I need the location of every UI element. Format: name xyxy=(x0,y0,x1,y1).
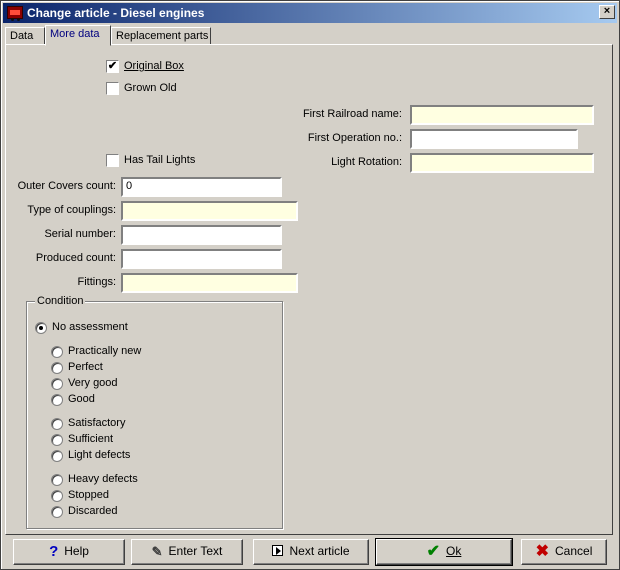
serial-number-field[interactable] xyxy=(121,225,282,245)
first-operation-no-label: First Operation no.: xyxy=(307,132,402,144)
cancel-button-label: Cancel xyxy=(555,544,593,558)
radio-icon xyxy=(51,474,63,486)
radio-label: No assessment xyxy=(52,321,128,333)
locomotive-icon xyxy=(7,6,23,21)
tab-more-data[interactable]: More data xyxy=(45,25,111,46)
first-railroad-name-label: First Railroad name: xyxy=(302,108,402,120)
light-rotation-field[interactable] xyxy=(410,153,594,173)
radio-selected-icon xyxy=(35,322,47,334)
condition-group: Condition No assessment Practically new … xyxy=(26,295,283,529)
produced-count-label: Produced count: xyxy=(35,252,116,264)
radio-label: Satisfactory xyxy=(68,417,126,429)
cancel-button[interactable]: ✖ Cancel xyxy=(521,539,607,565)
enter-text-button-label: Enter Text xyxy=(168,544,223,558)
outer-covers-count-label: Outer Covers count: xyxy=(17,180,116,192)
produced-count-field[interactable] xyxy=(121,249,282,269)
outer-covers-count-field[interactable]: 0 xyxy=(121,177,282,197)
type-of-couplings-label: Type of couplings: xyxy=(27,204,116,216)
radio-icon xyxy=(51,450,63,462)
radio-label: Sufficient xyxy=(68,433,114,445)
radio-icon xyxy=(51,362,63,374)
serial-number-label: Serial number: xyxy=(44,228,116,240)
radio-label: Practically new xyxy=(68,345,142,357)
radio-icon xyxy=(51,506,63,518)
radio-icon xyxy=(51,418,63,430)
window-title: Change article - Diesel engines xyxy=(27,6,205,20)
tab-replacement-parts[interactable]: Replacement parts xyxy=(111,27,211,45)
radio-label: Discarded xyxy=(68,505,118,517)
pen-icon: ✎ xyxy=(151,544,163,560)
radio-label: Very good xyxy=(68,377,118,389)
type-of-couplings-field[interactable] xyxy=(121,201,298,221)
radio-label: Perfect xyxy=(68,361,103,373)
radio-icon xyxy=(51,490,63,502)
help-button[interactable]: ? Help xyxy=(13,539,125,565)
light-rotation-label: Light Rotation: xyxy=(331,156,402,168)
enter-text-button[interactable]: ✎ Enter Text xyxy=(131,539,243,565)
radio-label: Stopped xyxy=(68,489,109,501)
checkbox-box xyxy=(106,82,119,95)
fittings-label: Fittings: xyxy=(77,276,116,288)
next-article-button-label: Next article xyxy=(289,544,350,558)
dialog-window: Change article - Diesel engines × Data M… xyxy=(0,0,620,570)
ok-button[interactable]: ✔ Ok xyxy=(375,538,513,566)
ok-button-label: Ok xyxy=(446,544,462,558)
tab-data[interactable]: Data xyxy=(5,27,45,45)
original-box-label: Original Box xyxy=(124,60,184,72)
checkbox-box xyxy=(106,154,119,167)
help-button-label: Help xyxy=(64,544,89,558)
cancel-x-icon: ✖ xyxy=(535,543,550,561)
radio-icon xyxy=(51,346,63,358)
check-icon: ✔ xyxy=(426,543,441,561)
next-article-button[interactable]: Next article xyxy=(253,539,369,565)
first-operation-no-field[interactable] xyxy=(410,129,578,149)
close-button[interactable]: × xyxy=(599,5,615,19)
radio-label: Light defects xyxy=(68,449,131,461)
radio-label: Heavy defects xyxy=(68,473,138,485)
radio-icon xyxy=(51,394,63,406)
help-icon: ? xyxy=(49,543,59,561)
grown-old-label: Grown Old xyxy=(124,82,177,94)
radio-label: Good xyxy=(68,393,95,405)
radio-icon xyxy=(51,378,63,390)
next-article-icon xyxy=(272,545,284,557)
first-railroad-name-field[interactable] xyxy=(410,105,594,125)
checkbox-checked-icon: ✔ xyxy=(106,60,119,73)
has-tail-lights-label: Has Tail Lights xyxy=(124,154,196,166)
fittings-field[interactable] xyxy=(121,273,298,293)
tab-panel: ✔ Original Box Grown Old First Railroad … xyxy=(5,44,613,535)
title-bar[interactable]: Change article - Diesel engines × xyxy=(3,3,617,23)
condition-group-title: Condition xyxy=(35,295,86,307)
radio-icon xyxy=(51,434,63,446)
